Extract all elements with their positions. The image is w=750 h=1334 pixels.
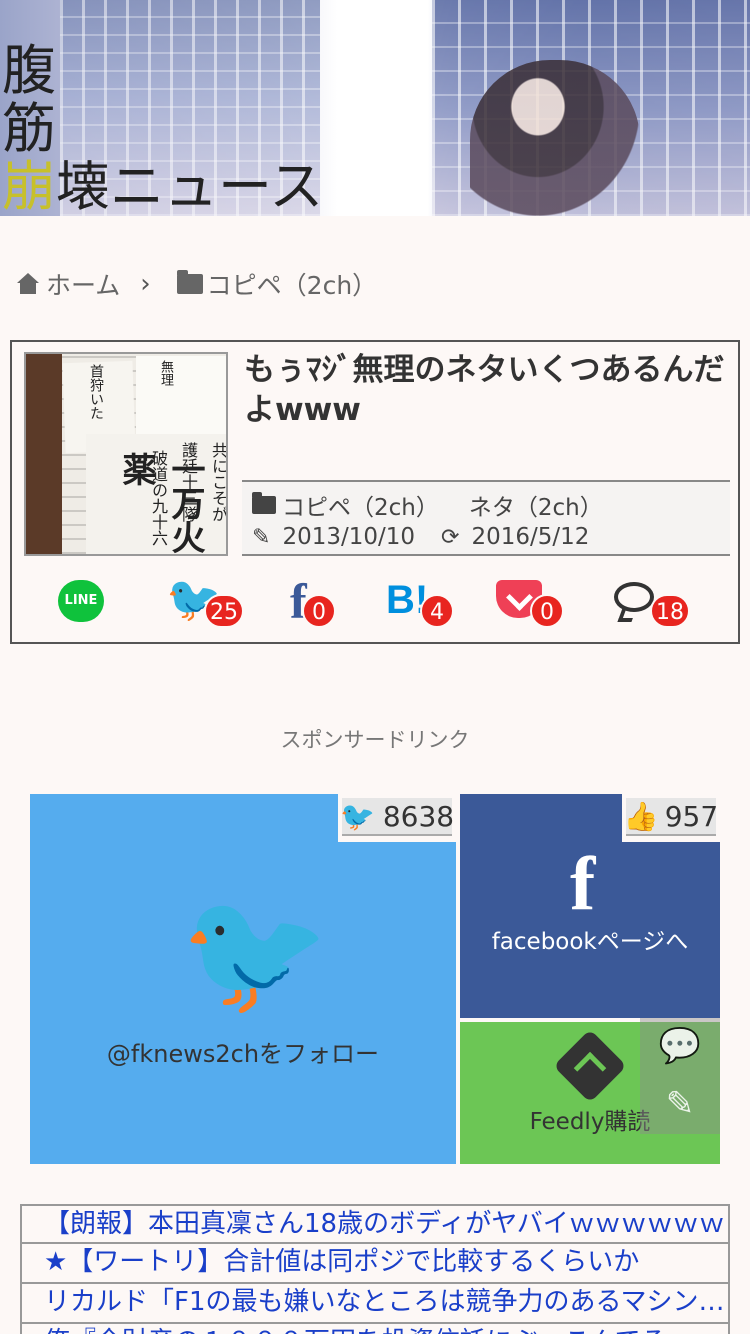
- facebook-icon: f: [570, 842, 596, 926]
- twitter-bird-icon: 🐦: [180, 884, 330, 1023]
- site-logo[interactable]: 腹 筋 崩壊ニュース: [2, 42, 323, 216]
- facebook-share-count: 0: [302, 594, 336, 628]
- banner-art-character: [470, 60, 640, 216]
- breadcrumb: ホーム › コピペ（2ch）: [16, 266, 377, 302]
- comment-bubble-icon: [614, 582, 654, 612]
- comments-float-button[interactable]: 💬: [640, 1018, 720, 1074]
- thumbs-up-icon: 👍: [623, 799, 659, 833]
- article-meta: コピペ（2ch） ネタ（2ch） ✎ 2013/10/10 ⟳ 2016/5/1…: [242, 480, 730, 556]
- facebook-page-label: facebookページへ: [491, 929, 689, 955]
- facebook-share-button[interactable]: f 0: [286, 574, 366, 630]
- twitter-bird-icon: 🐦: [339, 799, 375, 833]
- related-link[interactable]: 【朗報】本田真凜さん18歳のボディがヤバイｗｗｗｗｗｗ: [20, 1204, 730, 1244]
- feedly-icon: [553, 1029, 627, 1103]
- comment-count: 18: [650, 594, 690, 628]
- article-categories: コピペ（2ch） ネタ（2ch）: [252, 488, 603, 522]
- hatena-bookmark-button[interactable]: B! 4: [386, 574, 476, 630]
- sponsored-label: スポンサードリンク: [280, 728, 470, 752]
- line-share-button[interactable]: LINE: [58, 574, 118, 630]
- category-link-2[interactable]: ネタ（2ch）: [469, 488, 603, 522]
- share-bar: LINE 🐦 25 f 0 B! 4 0 18: [12, 568, 738, 638]
- twitter-follower-count-inner: 🐦 8638: [339, 798, 455, 836]
- twitter-follow-panel[interactable]: 🐦 8638 🐦: [30, 794, 456, 1164]
- twitter-share-count: 25: [204, 594, 244, 628]
- article-title[interactable]: もぅﾏｼﾞ無理のネタいくつあるんだよwww: [244, 350, 730, 430]
- thumbnail-paper: [136, 356, 226, 436]
- thumbnail-text: 一万火薬: [116, 452, 205, 554]
- twitter-follow-label[interactable]: @fknews2chをフォロー: [30, 1034, 456, 1069]
- refresh-icon: ⟳: [441, 524, 460, 550]
- posted-date: 2013/10/10: [282, 524, 416, 550]
- facebook-page-panel[interactable]: 👍 957 f facebookページへ: [460, 794, 720, 1018]
- breadcrumb-category[interactable]: コピペ（2ch）: [207, 266, 378, 302]
- breadcrumb-home[interactable]: ホーム: [46, 266, 120, 302]
- updated-date: 2016/5/12: [471, 524, 590, 550]
- twitter-share-button[interactable]: 🐦 25: [166, 574, 256, 630]
- line-icon: LINE: [58, 580, 104, 622]
- logo-line-1: 腹: [2, 39, 56, 102]
- chevron-right-icon: ›: [140, 269, 151, 299]
- twitter-follower-count: 8638: [382, 799, 455, 833]
- folder-icon: [252, 492, 276, 514]
- facebook-like-count: 957: [664, 799, 719, 833]
- thumbnail-text: 無理: [158, 360, 173, 386]
- twitter-follower-count-box: 🐦 8638: [338, 794, 456, 842]
- related-link[interactable]: 俺『全財産の１０００万円を投資信託にぶっこんでる』: [20, 1324, 730, 1334]
- floating-action-buttons: 💬 ✎: [640, 1018, 720, 1134]
- pocket-button[interactable]: 0: [496, 574, 586, 630]
- logo-line-2: 筋: [2, 97, 56, 160]
- edit-icon: ✎: [252, 524, 271, 550]
- folder-icon: [176, 270, 203, 294]
- pocket-count: 0: [530, 594, 564, 628]
- article-card: 首狩いた 無理 共にこそが 護廷十三隊 破道の九十六 一万火薬 もぅﾏｼﾞ無理の…: [10, 340, 740, 644]
- write-comment-float-button[interactable]: ✎: [640, 1076, 720, 1132]
- comments-icon: 💬: [658, 1026, 702, 1066]
- related-link[interactable]: リカルド「F1の最も嫌いなところは競争力のあるマシンがない: [20, 1284, 730, 1324]
- facebook-like-count-inner: 👍 957: [623, 798, 719, 836]
- home-icon[interactable]: [16, 273, 40, 295]
- hatena-share-count: 4: [420, 594, 454, 628]
- article-thumbnail[interactable]: 首狩いた 無理 共にこそが 護廷十三隊 破道の九十六 一万火薬: [24, 352, 228, 556]
- comments-button[interactable]: 18: [614, 574, 714, 630]
- header-banner[interactable]: 腹 筋 崩壊ニュース: [0, 0, 750, 216]
- facebook-like-count-box: 👍 957: [622, 794, 720, 842]
- article-dates: ✎ 2013/10/10 ⟳ 2016/5/12: [252, 524, 589, 550]
- category-link-1[interactable]: コピペ（2ch）: [282, 488, 439, 522]
- logo-line-3-rest: 壊ニュース: [56, 155, 324, 216]
- logo-line-3: 崩壊ニュース: [2, 155, 323, 216]
- related-link[interactable]: ★【ワートリ】合計値は同ポジで比較するくらいか: [20, 1244, 730, 1284]
- logo-accent-char: 崩: [2, 155, 56, 216]
- pencil-icon: ✎: [665, 1084, 695, 1124]
- thumbnail-text: 首狩いた: [88, 364, 104, 420]
- related-links-list: 【朗報】本田真凜さん18歳のボディがヤバイｗｗｗｗｗｗ ★【ワートリ】合計値は同…: [20, 1204, 730, 1334]
